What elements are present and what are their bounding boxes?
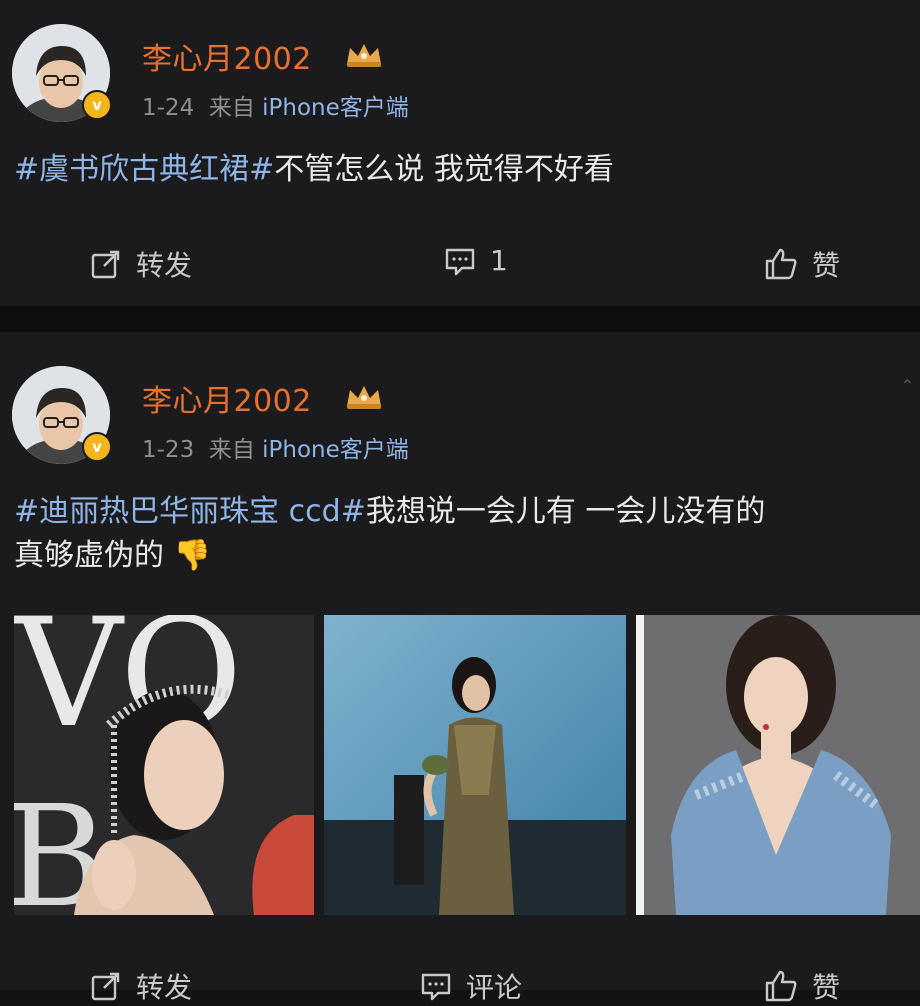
post-content: #迪丽热巴华丽珠宝 ccd#我想说一会儿有 一会儿没有的 真够虚伪的 👎 xyxy=(14,490,914,578)
verified-badge-icon: v xyxy=(82,90,112,120)
source-prefix: 来自 xyxy=(208,95,255,121)
like-label: 赞 xyxy=(812,249,841,282)
source-device[interactable]: iPhone客户端 xyxy=(262,95,409,121)
username[interactable]: 李心月2002 xyxy=(142,34,312,78)
post-divider xyxy=(0,306,920,332)
repost-icon xyxy=(91,972,120,1001)
source-device[interactable]: iPhone客户端 xyxy=(262,437,409,463)
comment-button[interactable]: 评论 xyxy=(420,966,522,1006)
post-text-line-2: 真够虚伪的 xyxy=(14,538,164,573)
post-date: 1-23 xyxy=(142,437,195,463)
like-icon xyxy=(765,248,797,280)
post-image-1[interactable]: VO B xyxy=(14,615,314,915)
action-bar: 转发 评论 赞 xyxy=(0,966,920,1006)
comment-count: 1 xyxy=(490,244,508,277)
post-meta: 1-24 来自 iPhone客户端 xyxy=(142,88,409,122)
comment-label: 评论 xyxy=(466,971,523,1004)
thumbs-down-emoji: 👎 xyxy=(173,538,211,573)
more-options-icon[interactable]: ⌃ xyxy=(901,376,914,395)
action-bar: 转发 1 赞 xyxy=(0,244,920,284)
crown-icon xyxy=(347,44,381,67)
comment-icon xyxy=(421,973,451,1001)
like-label: 赞 xyxy=(812,971,841,1004)
hashtag-link[interactable]: #虞书欣古典红裙# xyxy=(14,152,274,187)
like-button[interactable]: 赞 xyxy=(764,966,840,1006)
hashtag-link[interactable]: #迪丽热巴华丽珠宝 ccd# xyxy=(14,494,366,529)
repost-button[interactable]: 转发 xyxy=(90,244,192,284)
comment-icon xyxy=(445,248,475,275)
username[interactable]: 李心月2002 xyxy=(142,376,312,420)
post-content: #虞书欣古典红裙#不管怎么说 我觉得不好看 xyxy=(14,148,914,192)
like-button[interactable]: 赞 xyxy=(764,244,840,284)
like-icon xyxy=(765,970,797,1002)
post-meta: 1-23 来自 iPhone客户端 xyxy=(142,430,409,464)
comment-button[interactable]: 1 xyxy=(444,244,508,277)
verified-badge-icon: v xyxy=(82,432,112,462)
post-text: 不管怎么说 我觉得不好看 xyxy=(274,152,614,187)
post-text-line-1: 我想说一会儿有 一会儿没有的 xyxy=(365,494,766,529)
repost-icon xyxy=(91,250,120,279)
weibo-post-1: v 李心月2002 1-24 来自 iPhone客户端 #虞书欣古典红裙#不管怎… xyxy=(0,0,920,306)
repost-button[interactable]: 转发 xyxy=(90,966,192,1006)
post-image-2[interactable] xyxy=(324,615,626,915)
repost-label: 转发 xyxy=(136,971,193,1004)
post-image-3[interactable] xyxy=(636,615,920,915)
repost-label: 转发 xyxy=(136,249,193,282)
source-prefix: 来自 xyxy=(208,437,255,463)
post-date: 1-24 xyxy=(142,95,195,121)
crown-icon xyxy=(347,386,381,409)
